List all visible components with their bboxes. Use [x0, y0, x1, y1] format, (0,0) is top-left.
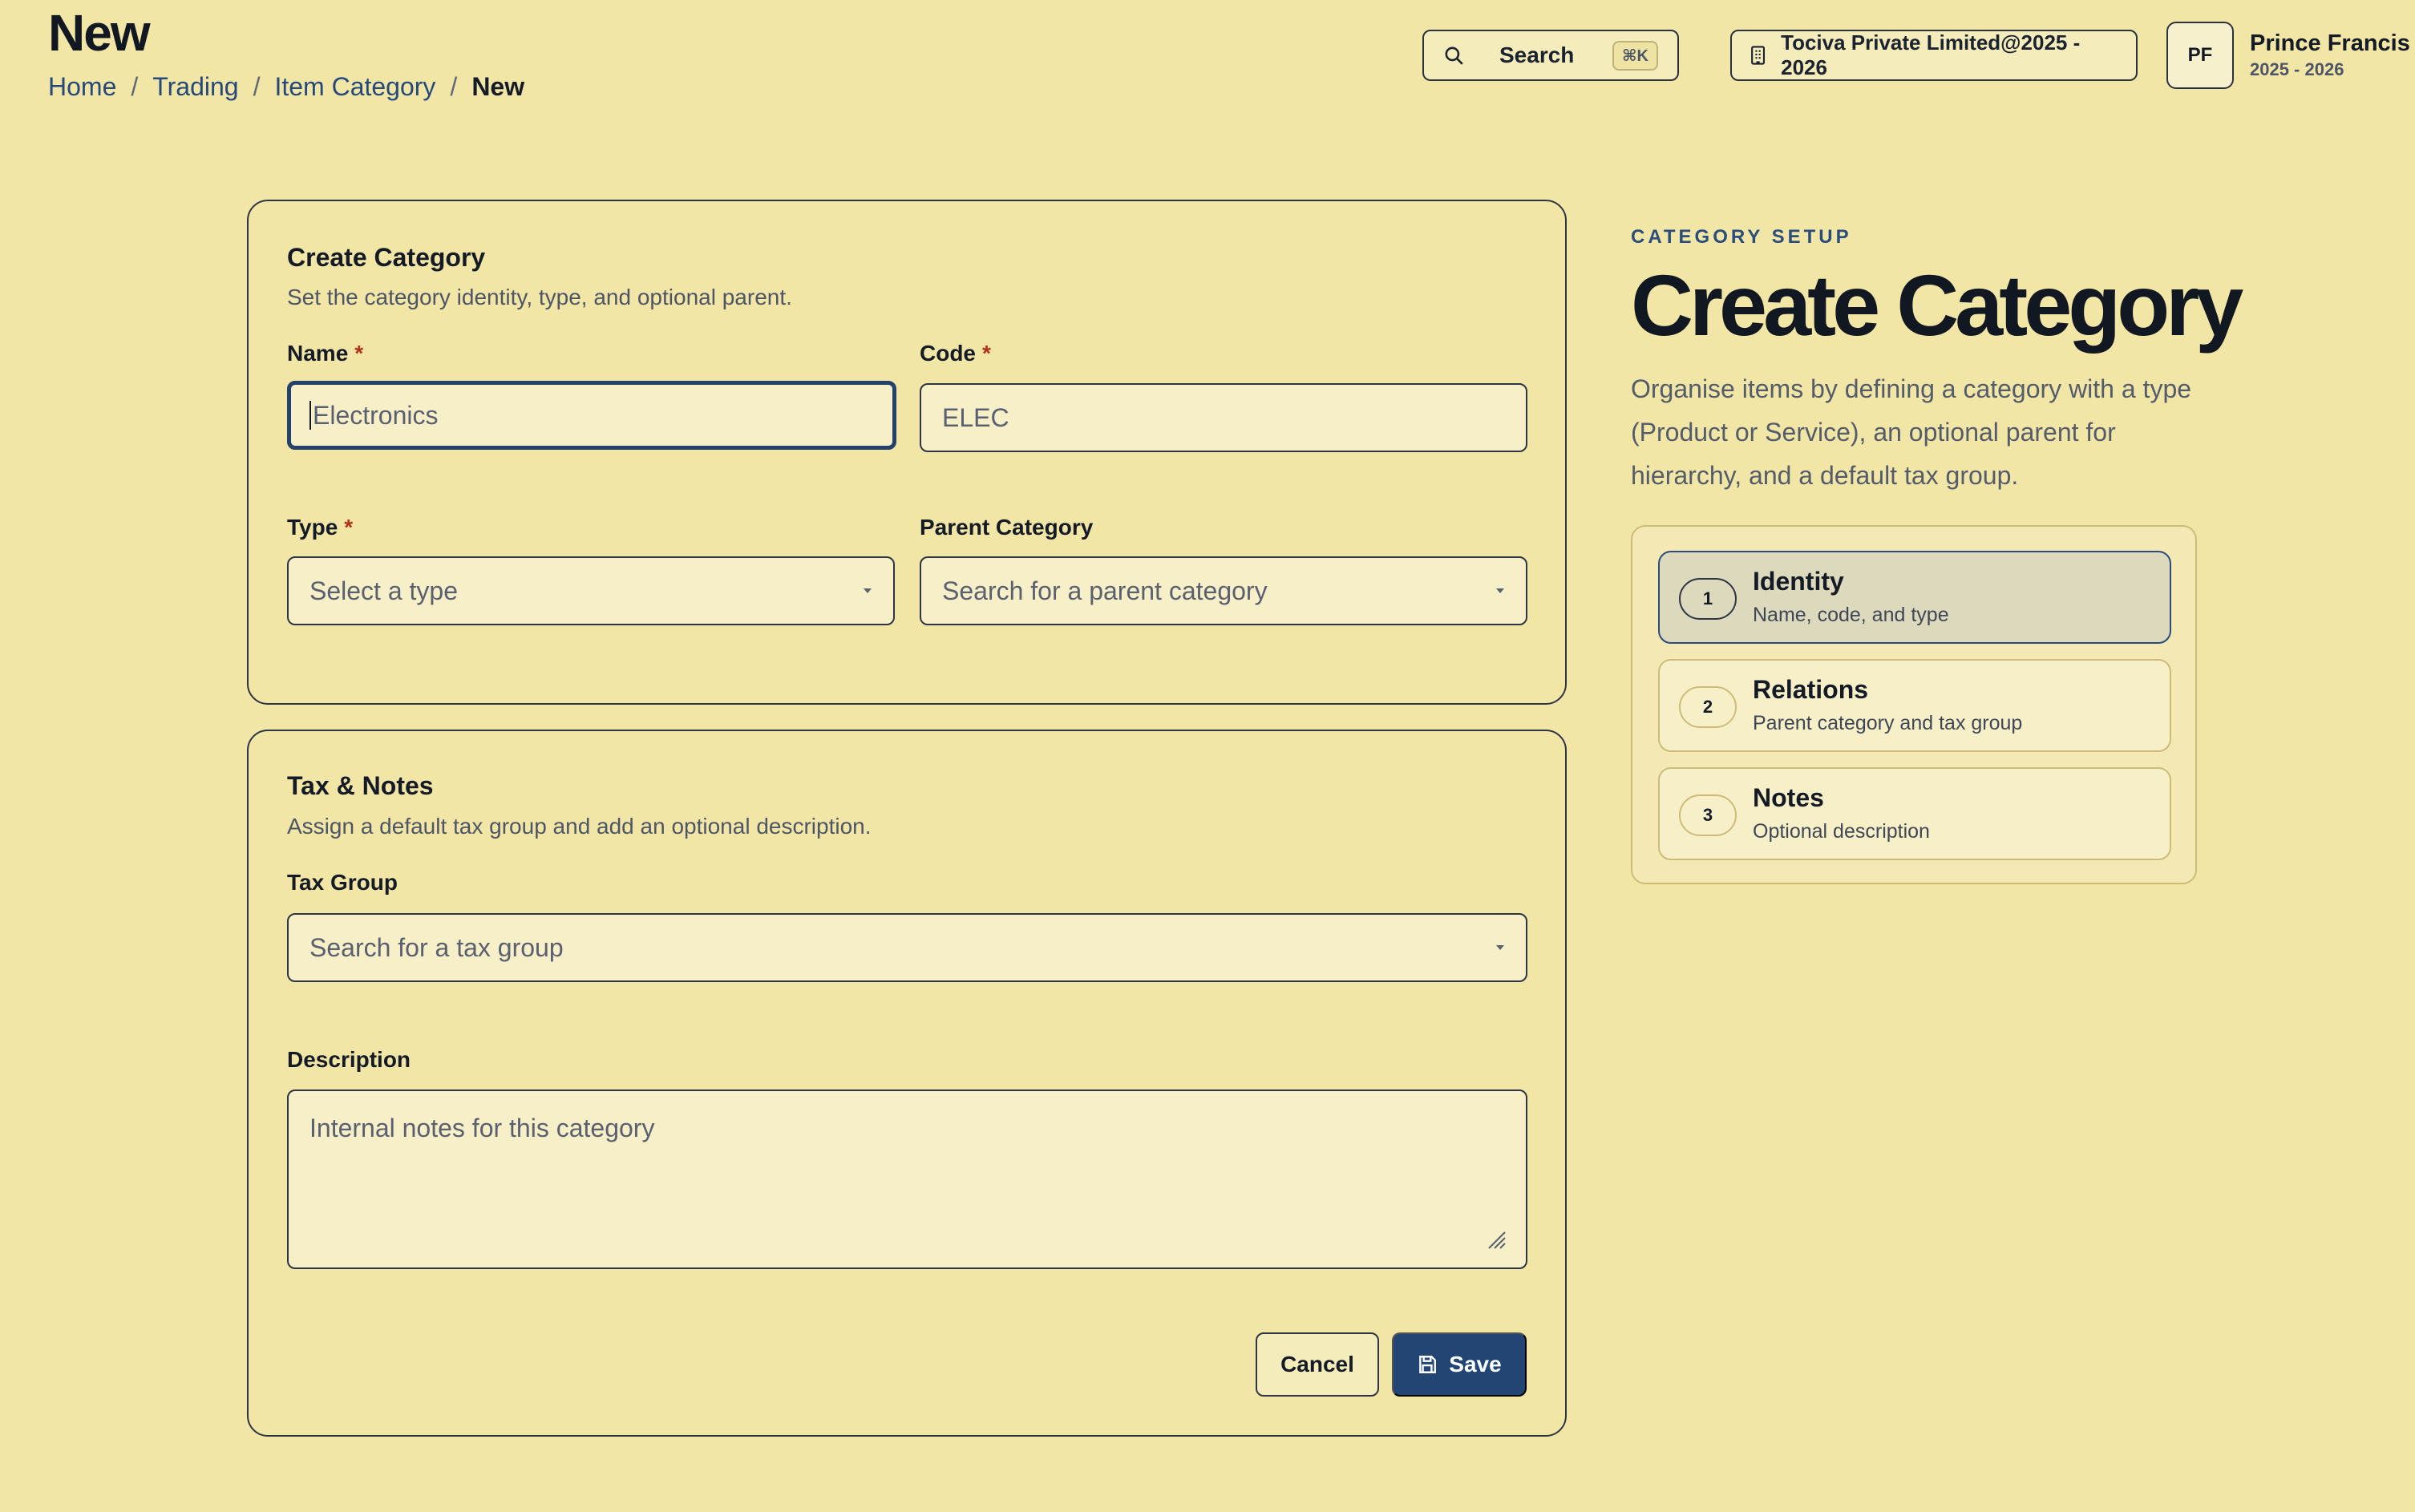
- card-title: Tax & Notes: [287, 771, 434, 800]
- type-label-text: Type: [287, 515, 338, 540]
- search-button[interactable]: Search ⌘K: [1422, 30, 1679, 81]
- parent-category-placeholder: Search for a parent category: [942, 576, 1268, 605]
- description-placeholder: Internal notes for this category: [309, 1114, 655, 1142]
- name-label: Name *: [287, 341, 363, 366]
- step-description: Name, code, and type: [1753, 604, 1949, 626]
- breadcrumb-separator: /: [450, 72, 458, 101]
- chevron-down-icon: [1496, 945, 1504, 950]
- breadcrumb-current: New: [471, 72, 525, 101]
- step-number: 1: [1679, 578, 1737, 620]
- tax-notes-card: Tax & Notes Assign a default tax group a…: [247, 730, 1567, 1437]
- parent-category-label: Parent Category: [920, 515, 1094, 540]
- steps-panel: 1 Identity Name, code, and type 2 Relati…: [1631, 525, 2197, 884]
- parent-category-select[interactable]: Search for a parent category: [920, 556, 1527, 625]
- card-title: Create Category: [287, 243, 486, 272]
- hero-title: Create Category: [1631, 257, 2243, 354]
- code-placeholder: ELEC: [942, 402, 1009, 432]
- step-description: Parent category and tax group: [1753, 712, 2023, 734]
- code-input[interactable]: ELEC: [920, 383, 1527, 452]
- step-identity[interactable]: 1 Identity Name, code, and type: [1658, 551, 2171, 644]
- required-mark: *: [354, 341, 364, 366]
- chevron-down-icon: [864, 588, 872, 593]
- breadcrumb-separator: /: [131, 72, 139, 101]
- code-label: Code *: [920, 341, 991, 366]
- page-title: New: [48, 4, 151, 62]
- name-input[interactable]: Electronics: [287, 381, 896, 450]
- user-name: Prince Francis: [2250, 30, 2410, 56]
- description-label: Description: [287, 1047, 411, 1072]
- hero-description: Organise items by defining a category wi…: [1631, 374, 2192, 490]
- step-relations[interactable]: 2 Relations Parent category and tax grou…: [1658, 659, 2171, 752]
- type-placeholder: Select a type: [309, 576, 458, 605]
- resize-handle-icon[interactable]: [1484, 1227, 1507, 1250]
- chevron-down-icon: [1496, 588, 1504, 593]
- breadcrumb-separator: /: [253, 72, 261, 101]
- create-category-card: Create Category Set the category identit…: [247, 200, 1567, 705]
- type-select[interactable]: Select a type: [287, 556, 895, 625]
- step-title: Relations: [1753, 675, 1869, 704]
- card-description: Assign a default tax group and add an op…: [287, 814, 872, 839]
- breadcrumb-trading[interactable]: Trading: [152, 72, 238, 102]
- step-number: 2: [1679, 686, 1737, 728]
- step-notes[interactable]: 3 Notes Optional description: [1658, 767, 2171, 860]
- type-label: Type *: [287, 515, 353, 540]
- save-label: Save: [1449, 1352, 1502, 1377]
- breadcrumb-item-category[interactable]: Item Category: [274, 72, 435, 102]
- step-title: Identity: [1753, 567, 1844, 596]
- card-description: Set the category identity, type, and opt…: [287, 285, 792, 309]
- search-icon: [1445, 46, 1463, 65]
- breadcrumb: Home / Trading / Item Category / New: [48, 72, 524, 102]
- code-label-text: Code: [920, 341, 976, 366]
- step-description: Optional description: [1753, 820, 1930, 843]
- name-placeholder: Electronics: [313, 400, 439, 430]
- avatar[interactable]: PF: [2166, 22, 2234, 89]
- description-textarea[interactable]: Internal notes for this category: [287, 1090, 1527, 1269]
- name-label-text: Name: [287, 341, 349, 366]
- search-label: Search: [1499, 42, 1575, 67]
- breadcrumb-home[interactable]: Home: [48, 72, 116, 102]
- company-name: Tociva Private Limited@2025 - 2026: [1781, 30, 2081, 79]
- save-icon: [1419, 1356, 1437, 1373]
- text-caret: [309, 401, 311, 430]
- company-selector-button[interactable]: Tociva Private Limited@2025 - 2026: [1730, 30, 2138, 81]
- section-eyebrow: CATEGORY SETUP: [1631, 226, 1852, 248]
- cancel-button[interactable]: Cancel: [1256, 1332, 1379, 1397]
- tax-group-placeholder: Search for a tax group: [309, 932, 564, 962]
- user-financial-year: 2025 - 2026: [2250, 59, 2344, 79]
- step-title: Notes: [1753, 783, 1824, 812]
- building-icon: [1751, 46, 1766, 65]
- step-number: 3: [1679, 794, 1737, 836]
- save-button[interactable]: Save: [1392, 1332, 1527, 1397]
- tax-group-select[interactable]: Search for a tax group: [287, 913, 1527, 982]
- required-mark: *: [982, 341, 991, 366]
- tax-group-label: Tax Group: [287, 870, 398, 895]
- search-shortcut-badge: ⌘K: [1612, 40, 1658, 71]
- required-mark: *: [344, 515, 354, 540]
